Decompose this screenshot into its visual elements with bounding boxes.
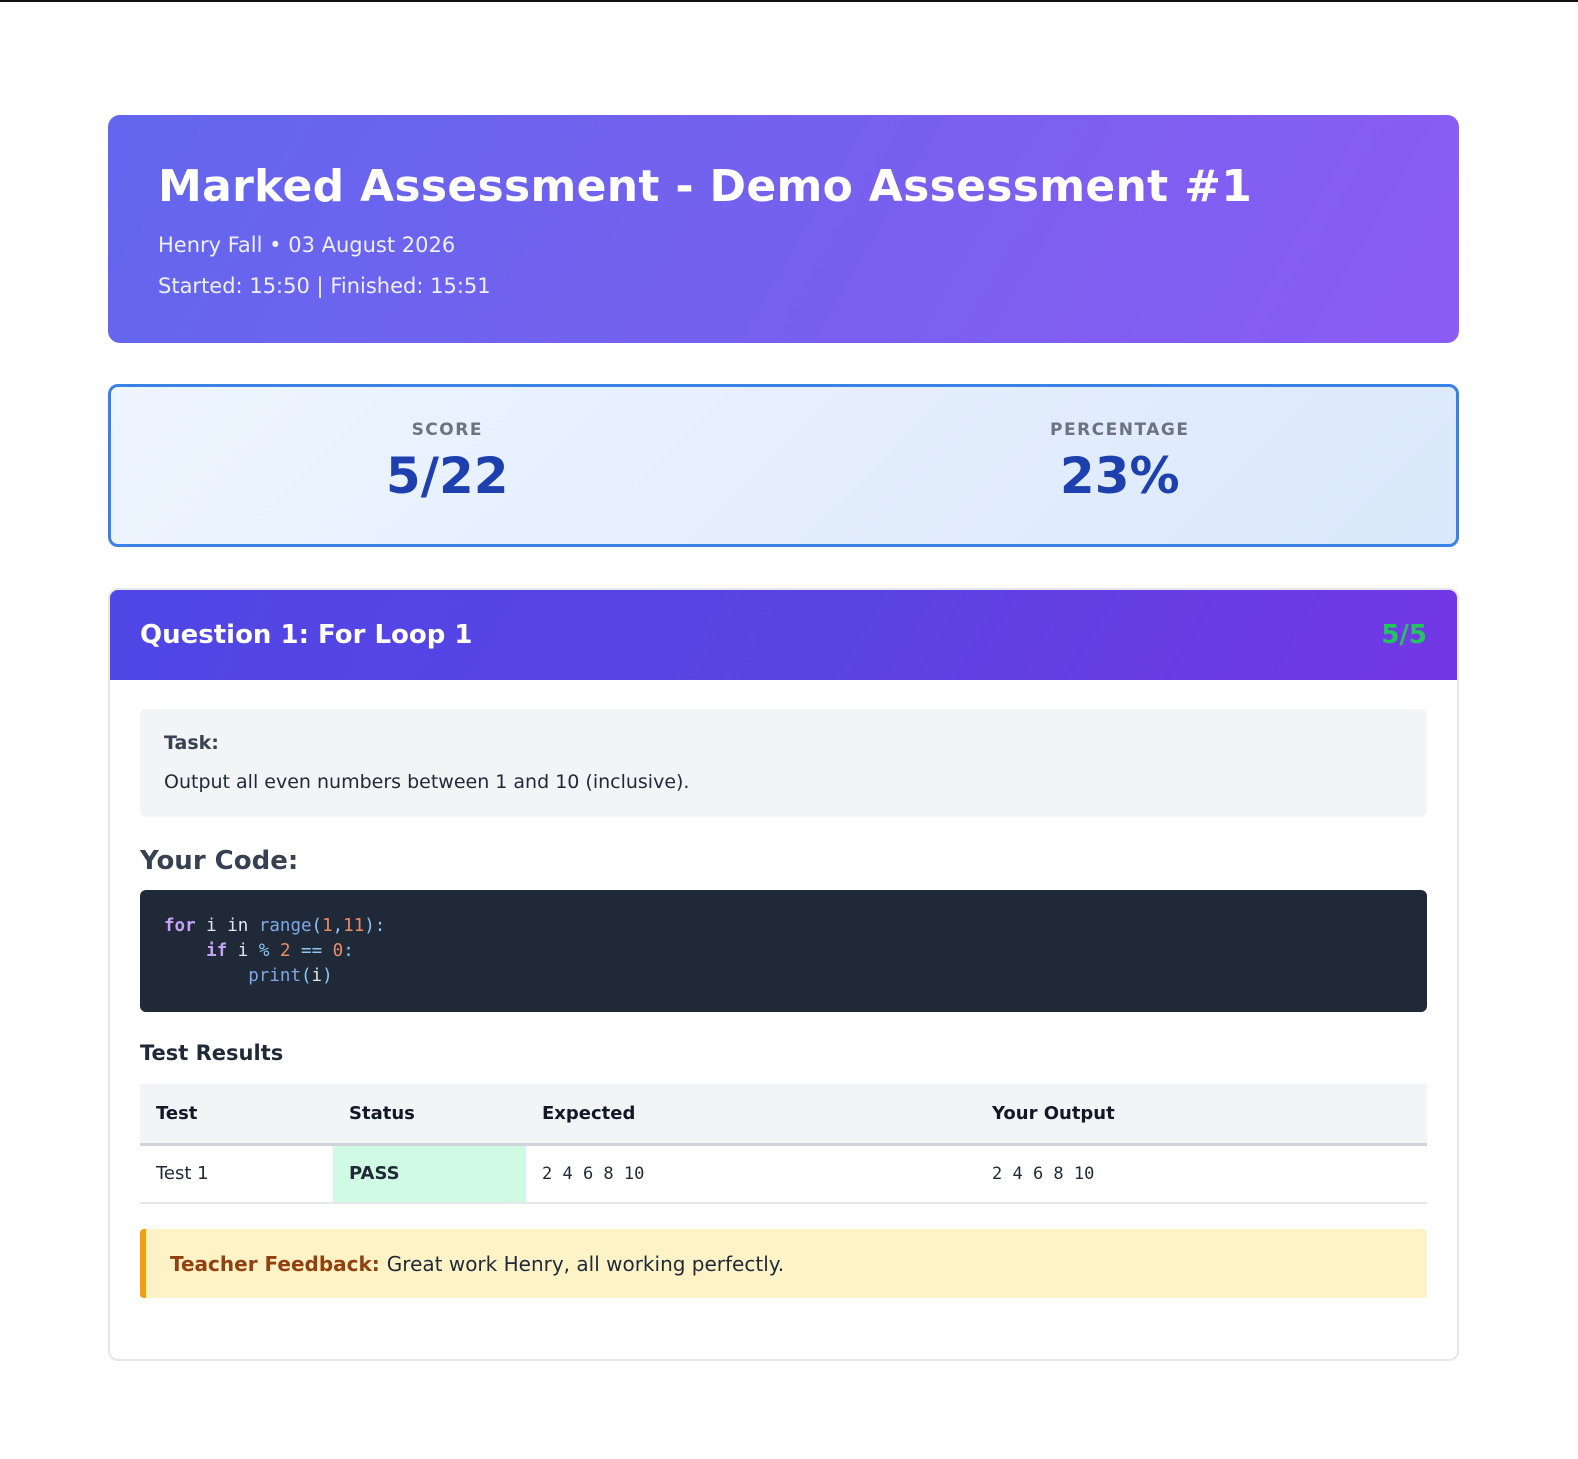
bullet-separator: • [269,233,282,257]
score-label: SCORE [411,420,483,440]
column-header-test: Test [140,1084,333,1146]
table-row: Test 1 PASS 2 4 6 8 10 2 4 6 8 10 [140,1144,1427,1204]
score-column: SCORE 5/22 [111,387,784,544]
percentage-label: PERCENTAGE [1050,420,1190,440]
started-time: 15:50 [249,274,310,298]
score-value: 5/22 [385,447,509,505]
table-header-row: Test Status Expected Your Output [140,1084,1427,1146]
task-box: Task: Output all even numbers between 1 … [140,709,1427,817]
code-line: print(i) [248,966,333,986]
score-summary-card: SCORE 5/22 PERCENTAGE 23% [108,384,1459,547]
test-name-cell: Test 1 [140,1144,333,1204]
task-label: Task: [164,732,219,754]
finished-label: Finished: [330,274,424,298]
time-line: Started: 15:50 | Finished: 15:51 [158,274,1409,298]
question-header: Question 1: For Loop 1 5/5 [110,590,1457,680]
task-text: Output all even numbers between 1 and 10… [164,771,690,793]
question-title: Question 1: For Loop 1 [140,620,473,650]
your-output-cell: 2 4 6 8 10 [976,1144,1427,1204]
expected-output-cell: 2 4 6 8 10 [526,1144,976,1204]
top-divider [0,0,1578,2]
page-title: Marked Assessment - Demo Assessment #1 [158,161,1253,212]
code-line: if i % 2 == 0: [206,941,354,961]
question-body: Task: Output all even numbers between 1 … [110,680,1457,1298]
code-block: for i in range(1,11): if i % 2 == 0: pri… [140,890,1427,1012]
question-card: Question 1: For Loop 1 5/5 Task: Output … [108,588,1459,1361]
percentage-column: PERCENTAGE 23% [784,387,1457,544]
finished-time: 15:51 [430,274,491,298]
assessment-date: 03 August 2026 [288,233,456,257]
student-name: Henry Fall [158,233,263,257]
column-header-expected: Expected [526,1084,976,1146]
code-heading: Your Code: [140,846,299,876]
column-header-output: Your Output [976,1084,1427,1146]
teacher-feedback: Teacher Feedback: Great work Henry, all … [140,1229,1427,1298]
student-date-line: Henry Fall • 03 August 2026 [158,233,1409,257]
assessment-page: Marked Assessment - Demo Assessment #1 H… [108,115,1459,1361]
started-label: Started: [158,274,243,298]
time-divider: | [316,274,324,298]
feedback-label: Teacher Feedback: [170,1251,380,1276]
status-badge: PASS [333,1144,526,1204]
assessment-header: Marked Assessment - Demo Assessment #1 H… [108,115,1459,343]
percentage-value: 23% [1059,447,1180,505]
test-results-table: Test Status Expected Your Output Test 1 … [140,1084,1427,1204]
feedback-text: Great work Henry, all working perfectly. [386,1251,785,1276]
column-header-status: Status [333,1084,526,1146]
test-results-heading: Test Results [140,1041,284,1065]
question-score: 5/5 [1381,620,1427,650]
code-line: for i in range(1,11): [164,916,386,936]
